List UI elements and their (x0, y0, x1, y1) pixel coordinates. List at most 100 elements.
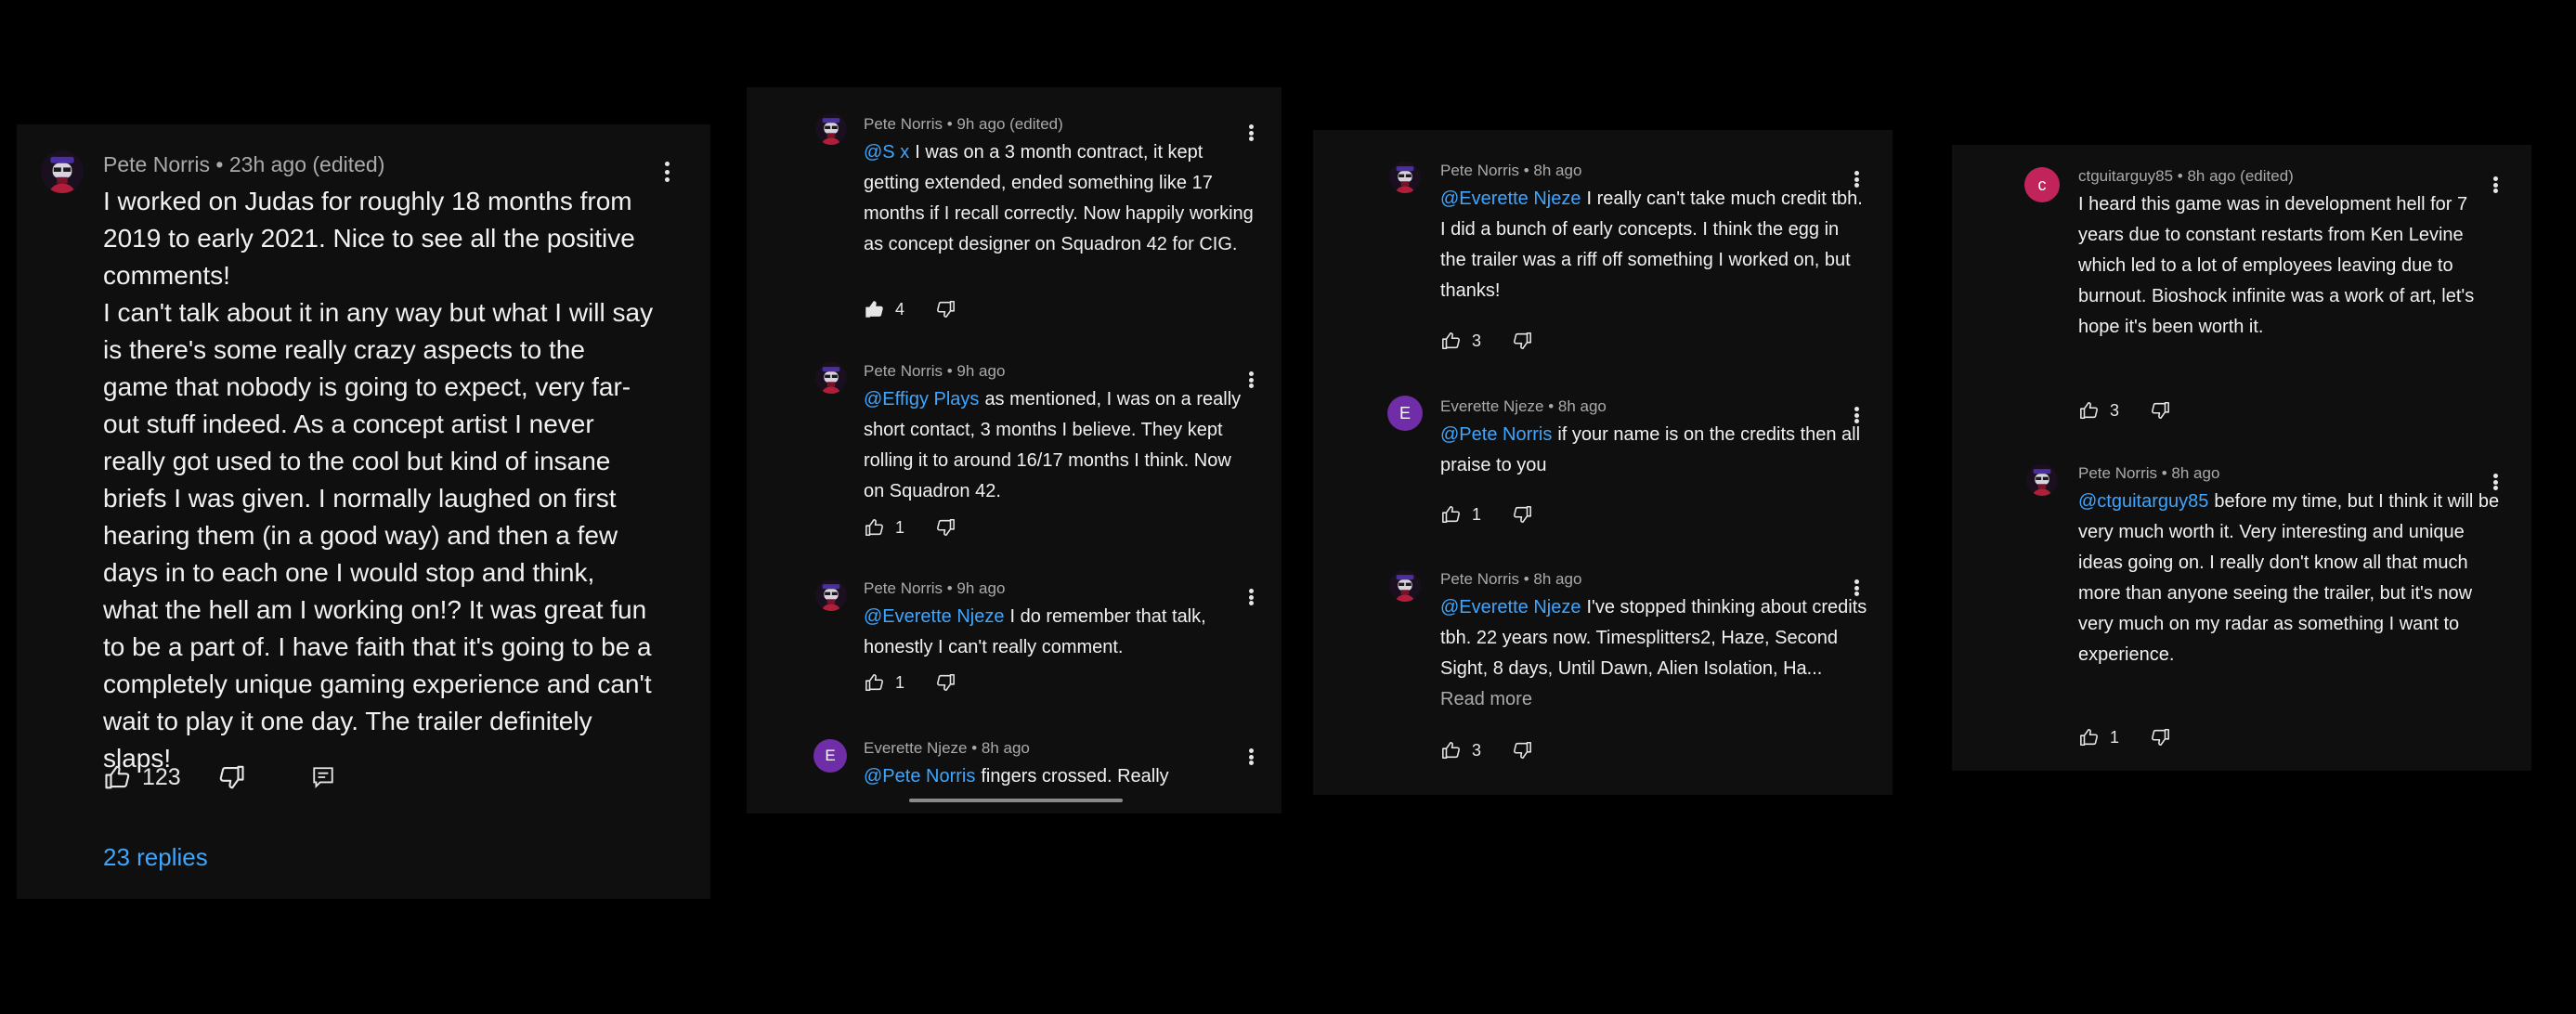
thumbs-down-icon (1511, 331, 1533, 351)
avatar[interactable] (1389, 570, 1421, 602)
thumbs-down-icon (1511, 504, 1533, 525)
comment-text: I heard this game was in development hel… (2078, 194, 2475, 337)
reply-text: I was on a 3 month contract, it kept get… (864, 142, 1254, 254)
user-mention-link[interactable]: @Pete Norris (1440, 424, 1552, 445)
comment-meta: Pete Norris • 8h ago (2078, 464, 2220, 482)
like-count: 3 (2110, 400, 2120, 420)
user-mention-link[interactable]: @Everette Njeze (864, 606, 1004, 627)
user-mention-link[interactable]: @Pete Norris (864, 766, 975, 786)
avatar[interactable] (2026, 464, 2058, 496)
thumbs-up-icon (864, 299, 886, 319)
user-mention-link[interactable]: @S x (864, 142, 909, 162)
comment-meta: Everette Njeze • 8h ago (864, 739, 1030, 757)
user-mention-link[interactable]: @Everette Njeze (1440, 597, 1581, 618)
like-button[interactable]: 4 (864, 299, 904, 319)
avatar[interactable]: c (2024, 167, 2060, 202)
comment-text: I worked on Judas for roughly 18 months … (103, 187, 654, 773)
comment-meta: ctguitarguy85 • 8h ago (edited) (2078, 167, 2294, 185)
read-more-link[interactable]: Read more (1440, 689, 1532, 709)
thumbs-down-icon (1511, 740, 1533, 760)
thumbs-up-icon (864, 672, 886, 693)
like-count: 3 (1472, 740, 1482, 760)
avatar-letter: E (825, 747, 836, 764)
thumbs-down-icon (934, 517, 956, 538)
reply-icon (311, 765, 335, 789)
avatar[interactable]: E (813, 739, 847, 773)
reply-text: fingers crossed. Really (981, 766, 1169, 786)
comment-text: @Everette Njeze I've stopped thinking abo… (1440, 592, 1869, 715)
comment-meta: Pete Norris • 9h ago (864, 362, 1006, 380)
avatar[interactable] (815, 113, 847, 145)
dislike-button[interactable] (216, 763, 246, 791)
thumbs-up-icon (1440, 740, 1463, 760)
like-button[interactable]: 1 (2078, 727, 2119, 748)
comment-meta: Pete Norris • 8h ago (1440, 162, 1582, 179)
dislike-button[interactable] (934, 299, 956, 319)
thumbs-down-icon (934, 299, 956, 319)
user-mention-link[interactable]: @Effigy Plays (864, 389, 979, 410)
comment-meta: Everette Njeze • 8h ago (1440, 397, 1607, 415)
thumbs-up-icon (2078, 400, 2101, 421)
thumbs-down-icon (934, 672, 956, 693)
comment-actions: 1 (864, 517, 956, 538)
thumbs-up-icon (1440, 331, 1463, 351)
replies-panel-3: c ctguitarguy85 • 8h ago (edited) I hear… (1952, 145, 2531, 771)
avatar[interactable] (815, 579, 847, 611)
dislike-button[interactable] (2149, 400, 2171, 421)
comment-meta: Pete Norris • 8h ago (1440, 570, 1582, 588)
thumbs-up-icon (103, 763, 133, 791)
comment-actions: 3 (1440, 740, 1533, 760)
three-dot-menu-icon[interactable] (662, 162, 671, 182)
view-replies-link[interactable]: 23 replies (103, 843, 208, 872)
comment-meta: Pete Norris • 23h ago (edited) (103, 152, 385, 176)
thumbs-down-icon (216, 763, 246, 791)
avatar[interactable]: E (1387, 396, 1423, 431)
like-button[interactable]: 1 (1440, 504, 1481, 525)
like-count: 123 (142, 763, 181, 790)
comment-actions: 3 (2078, 400, 2171, 421)
like-count: 1 (895, 517, 905, 537)
thumbs-down-icon (2149, 400, 2171, 421)
like-button[interactable]: 1 (864, 517, 904, 538)
dislike-button[interactable] (1511, 504, 1533, 525)
like-count: 3 (1472, 331, 1482, 350)
dislike-button[interactable] (1511, 740, 1533, 760)
comment-text: @Effigy Plays as mentioned, I was on a re… (864, 384, 1254, 507)
reply-text: before my time, but I think it will be v… (2078, 491, 2500, 665)
like-button[interactable]: 3 (2078, 400, 2119, 421)
main-comment-panel: Pete Norris • 23h ago (edited) I worked … (17, 124, 710, 899)
comment-actions: 123 (103, 763, 335, 791)
comment-actions: 1 (2078, 727, 2171, 748)
comment-meta: Pete Norris • 9h ago (edited) (864, 115, 1063, 133)
comment-text: @Pete Norris if your name is on the credi… (1440, 420, 1869, 481)
thumbs-down-icon (2149, 727, 2171, 748)
avatar[interactable] (1389, 162, 1421, 193)
avatar[interactable] (41, 150, 84, 193)
comment-meta: Pete Norris • 9h ago (864, 579, 1006, 597)
comment-actions: 1 (1440, 504, 1533, 525)
user-mention-link[interactable]: @ctguitarguy85 (2078, 491, 2208, 512)
thumbs-up-icon (864, 517, 886, 538)
dislike-button[interactable] (934, 672, 956, 693)
replies-panel-1: Pete Norris • 9h ago (edited) @S xI was … (747, 87, 1281, 813)
avatar-letter: c (2037, 175, 2047, 194)
scrollbar[interactable] (909, 799, 1123, 802)
like-button[interactable]: 123 (103, 763, 181, 791)
comment-text: @S xI was on a 3 month contract, it kept… (864, 137, 1254, 260)
comment-text: @Everette Njeze I really can't take much … (1440, 184, 1869, 306)
comment-text: @Everette Njeze I do remember that talk, … (864, 602, 1254, 663)
like-button[interactable]: 3 (1440, 740, 1481, 760)
user-mention-link[interactable]: @Everette Njeze (1440, 188, 1581, 209)
dislike-button[interactable] (934, 517, 956, 538)
like-count: 1 (1472, 504, 1482, 524)
dislike-button[interactable] (2149, 727, 2171, 748)
avatar-letter: E (1399, 403, 1411, 422)
comment-text: @ctguitarguy85 before my time, but I thin… (2078, 487, 2501, 670)
comment-actions: 3 (1440, 331, 1533, 351)
like-button[interactable]: 1 (864, 672, 904, 693)
avatar[interactable] (815, 362, 847, 394)
dislike-button[interactable] (1511, 331, 1533, 351)
reply-button[interactable] (311, 765, 335, 789)
comment-actions: 1 (864, 672, 956, 693)
like-button[interactable]: 3 (1440, 331, 1481, 351)
